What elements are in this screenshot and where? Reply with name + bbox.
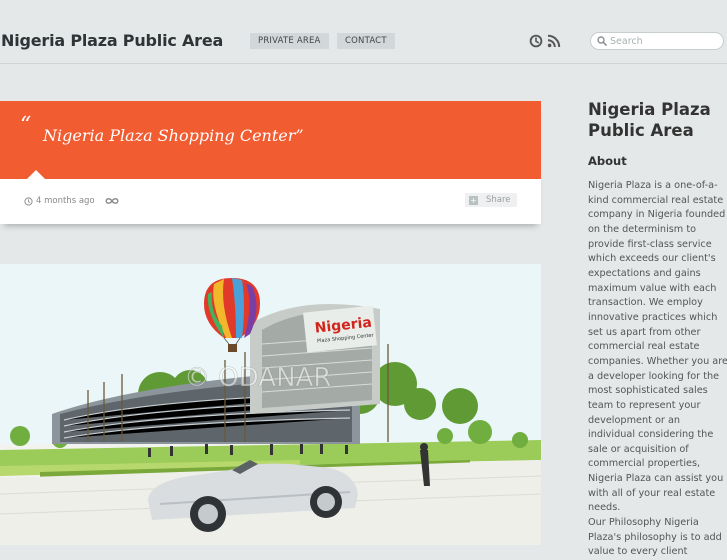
nav-private-area[interactable]: PRIVATE AREA <box>250 33 329 49</box>
about-philosophy: Our Philosophy Nigeria Plaza's philosoph… <box>588 517 722 558</box>
share-label: Share <box>486 195 511 205</box>
about-paragraph: Nigeria Plaza is a one-of-a-kind commerc… <box>588 180 727 514</box>
site-header: Nigeria Plaza Public Area PRIVATE AREA C… <box>0 0 727 64</box>
post-card: “ Nigeria Plaza Shopping Center” 4 month… <box>0 101 541 224</box>
search-input[interactable] <box>610 34 715 48</box>
post-title[interactable]: Nigeria Plaza Shopping Center” <box>43 126 304 145</box>
clock-icon[interactable] <box>529 34 543 48</box>
post-meta: 4 months ago <box>24 196 119 206</box>
permalink-icon[interactable] <box>105 197 119 205</box>
shopping-center-illustration: Nigeria Plaza Shopping Center © ODANAR <box>0 264 541 545</box>
post-banner: “ Nigeria Plaza Shopping Center” <box>0 101 541 179</box>
sidebar-title: Nigeria Plaza Public Area <box>588 100 711 140</box>
post-image[interactable]: Nigeria Plaza Shopping Center © ODANAR <box>0 264 541 545</box>
plus-icon: + <box>469 195 478 205</box>
site-title[interactable]: Nigeria Plaza Public Area <box>1 31 223 50</box>
quote-open-mark: “ <box>20 113 32 138</box>
search-icon <box>597 36 607 46</box>
about-heading: About <box>588 154 627 168</box>
about-text: Nigeria Plaza is a one-of-a-kind commerc… <box>588 179 727 560</box>
image-watermark: © ODANAR <box>184 363 331 393</box>
nav-contact[interactable]: CONTACT <box>337 33 395 49</box>
post-time-ago[interactable]: 4 months ago <box>36 196 95 206</box>
search-box <box>590 32 724 50</box>
clock-icon <box>24 196 33 206</box>
rss-icon[interactable] <box>547 34 561 48</box>
share-button[interactable]: + Share <box>465 193 517 207</box>
banner-pointer <box>27 170 45 179</box>
